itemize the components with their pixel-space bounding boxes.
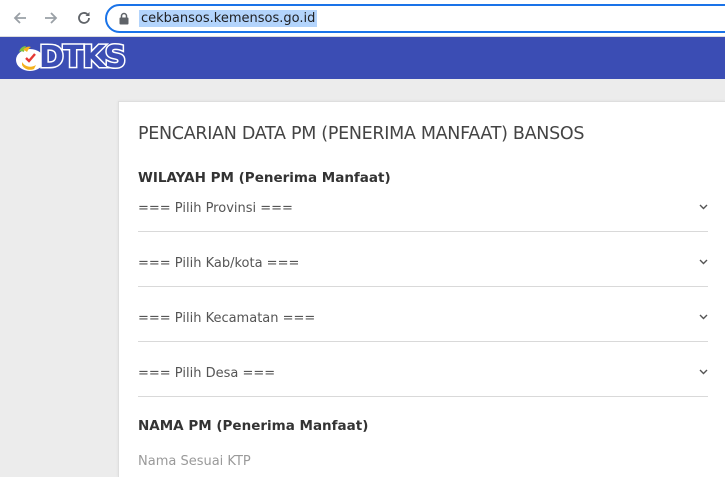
chevron-down-icon xyxy=(699,314,708,320)
logo-text: DTKS xyxy=(37,40,127,75)
chevron-down-icon xyxy=(699,204,708,210)
back-arrow-icon[interactable] xyxy=(7,6,33,30)
lock-icon xyxy=(119,12,129,30)
wilayah-label: WILAYAH PM (Penerima Manfaat) xyxy=(138,170,391,186)
browser-toolbar: cekbansos.kemensos.go.id xyxy=(0,0,725,37)
desa-select-value: === Pilih Desa === xyxy=(138,366,276,381)
nama-label: NAMA PM (Penerima Manfaat) xyxy=(138,418,369,434)
chevron-down-icon xyxy=(699,369,708,375)
url-text[interactable]: cekbansos.kemensos.go.id xyxy=(139,10,318,27)
kecamatan-select-value: === Pilih Kecamatan === xyxy=(138,311,316,326)
dtks-logo[interactable]: DTKS xyxy=(15,40,131,76)
site-header: DTKS xyxy=(0,37,725,79)
forward-arrow-icon[interactable] xyxy=(38,6,64,30)
address-bar[interactable]: cekbansos.kemensos.go.id xyxy=(105,4,725,33)
kabkota-select-value: === Pilih Kab/kota === xyxy=(138,256,300,271)
reload-icon[interactable] xyxy=(71,6,97,30)
nama-input[interactable] xyxy=(138,446,708,477)
kecamatan-select[interactable]: === Pilih Kecamatan === xyxy=(138,306,708,342)
desa-select[interactable]: === Pilih Desa === xyxy=(138,361,708,397)
page-title: PENCARIAN DATA PM (PENERIMA MANFAAT) BAN… xyxy=(138,124,585,144)
provinsi-select[interactable]: === Pilih Provinsi === xyxy=(138,196,708,232)
provinsi-select-value: === Pilih Provinsi === xyxy=(138,201,293,216)
kabkota-select[interactable]: === Pilih Kab/kota === xyxy=(138,251,708,287)
search-form-card: PENCARIAN DATA PM (PENERIMA MANFAAT) BAN… xyxy=(118,101,725,477)
chevron-down-icon xyxy=(699,259,708,265)
